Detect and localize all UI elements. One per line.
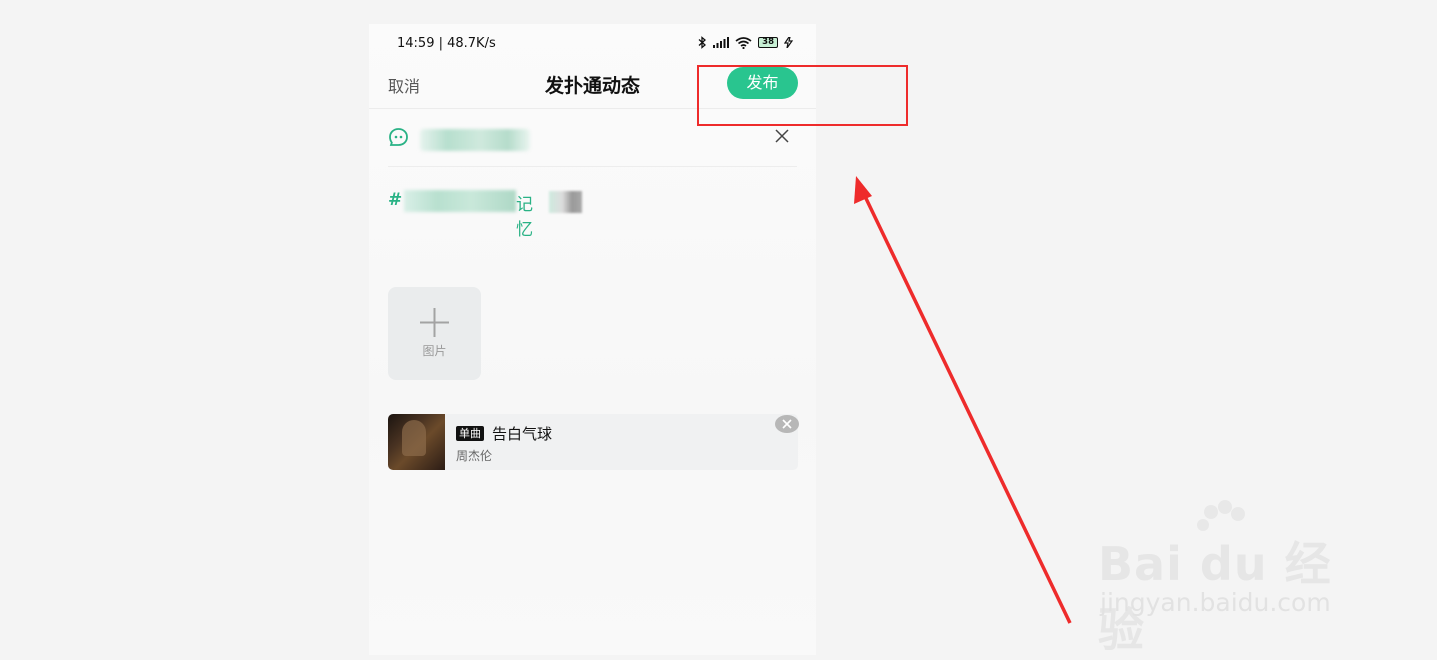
status-time: 14:59 | 48.7K/s	[397, 36, 496, 51]
topic-name-blurred	[420, 129, 530, 151]
close-icon[interactable]	[775, 128, 789, 147]
music-card[interactable]: 单曲 告白气球 周杰伦	[388, 414, 799, 470]
song-title: 告白气球	[492, 425, 553, 443]
annotation-highlight-box	[697, 65, 908, 126]
hashtag-symbol: #	[388, 190, 403, 210]
wifi-icon	[735, 36, 752, 49]
cover-figure	[402, 420, 426, 456]
add-image-button[interactable]: 图片	[388, 287, 481, 380]
battery-icon: 38	[758, 37, 778, 48]
add-image-label: 图片	[422, 344, 447, 358]
annotation-arrow-icon	[854, 176, 1072, 624]
bluetooth-icon	[698, 36, 707, 49]
hashtag-visible-text: 记忆	[516, 195, 533, 240]
remove-music-icon[interactable]	[775, 415, 799, 437]
watermark: Bai du 经验 jingyan.baidu.com	[1098, 498, 1368, 657]
song-artist: 周杰伦	[456, 449, 493, 463]
status-icons: 38	[698, 36, 794, 49]
plus-icon	[419, 307, 450, 342]
watermark-url: jingyan.baidu.com	[1100, 588, 1331, 617]
chat-bubble-icon	[388, 127, 409, 152]
single-badge: 单曲	[456, 426, 484, 441]
hashtag-blurred-text	[404, 190, 516, 212]
post-blurred-text	[549, 191, 582, 213]
album-cover-image	[388, 414, 445, 470]
charging-icon	[784, 37, 794, 48]
signal-icon	[713, 37, 730, 48]
status-bar: 14:59 | 48.7K/s 38	[369, 24, 816, 64]
